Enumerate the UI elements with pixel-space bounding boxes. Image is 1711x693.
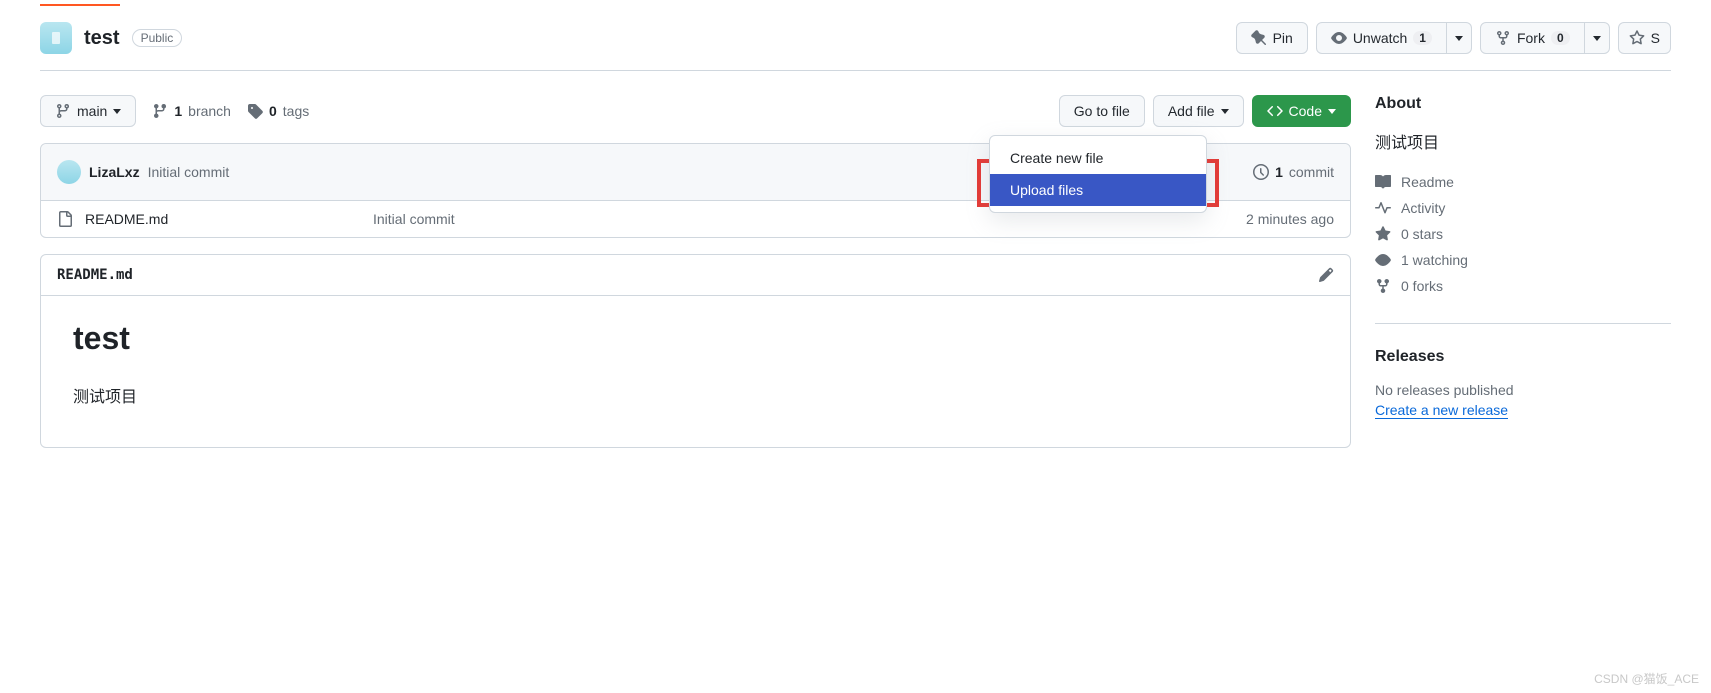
pulse-icon [1375, 200, 1391, 216]
no-releases-text: No releases published [1375, 382, 1671, 398]
activity-link-label: Activity [1401, 200, 1445, 216]
star-button[interactable]: S [1618, 22, 1671, 54]
chevron-down-icon [1328, 109, 1336, 114]
tag-icon [247, 103, 263, 119]
code-icon [1267, 103, 1283, 119]
star-icon [1629, 30, 1645, 46]
fork-icon [1495, 30, 1511, 46]
watch-count: 1 [1413, 31, 1432, 45]
tag-count: 0 [269, 103, 277, 119]
stars-link-label: 0 stars [1401, 226, 1443, 242]
eye-icon [1375, 252, 1391, 268]
star-label: S [1651, 30, 1660, 46]
branch-icon [55, 103, 71, 119]
visibility-badge: Public [132, 29, 183, 47]
code-label: Code [1289, 103, 1322, 119]
chevron-down-icon [1221, 109, 1229, 114]
add-file-button[interactable]: Add file [1153, 95, 1244, 127]
forks-link[interactable]: 0 forks [1375, 273, 1671, 299]
chevron-down-icon [1455, 36, 1463, 41]
watching-link-label: 1 watching [1401, 252, 1468, 268]
readme-link[interactable]: Readme [1375, 169, 1671, 195]
branch-select-button[interactable]: main [40, 95, 136, 127]
code-button[interactable]: Code [1252, 95, 1351, 127]
commit-message[interactable]: Initial commit [148, 164, 230, 180]
activity-link[interactable]: Activity [1375, 195, 1671, 221]
unwatch-button[interactable]: Unwatch 1 [1316, 22, 1447, 54]
branch-icon [152, 103, 168, 119]
fork-label: Fork [1517, 30, 1545, 46]
commit-author[interactable]: LizaLxz [89, 164, 140, 180]
go-to-file-label: Go to file [1074, 103, 1130, 119]
watermark: CSDN @猫饭_ACE [1594, 670, 1699, 687]
create-release-link[interactable]: Create a new release [1375, 402, 1508, 419]
watching-link[interactable]: 1 watching [1375, 247, 1671, 273]
tags-link[interactable]: 0 tags [247, 103, 309, 119]
pin-button[interactable]: Pin [1236, 22, 1308, 54]
chevron-down-icon [113, 109, 121, 114]
file-icon [57, 211, 73, 227]
history-icon [1253, 164, 1269, 180]
readme-link-label: Readme [1401, 174, 1454, 190]
author-avatar[interactable] [57, 160, 81, 184]
fork-count: 0 [1551, 31, 1570, 45]
pin-label: Pin [1273, 30, 1293, 46]
tag-label: tags [283, 103, 309, 119]
file-name: README.md [85, 211, 168, 227]
commits-link[interactable]: 1 commit [1253, 164, 1334, 180]
repo-name: test [84, 27, 120, 50]
add-file-dropdown: Create new file Upload files [989, 135, 1207, 213]
fork-caret-button[interactable] [1585, 22, 1610, 54]
fork-button[interactable]: Fork 0 [1480, 22, 1585, 54]
eye-icon [1331, 30, 1347, 46]
go-to-file-button[interactable]: Go to file [1059, 95, 1145, 127]
add-file-label: Add file [1168, 103, 1215, 119]
about-description: 测试项目 [1375, 129, 1671, 153]
commits-count: 1 [1275, 164, 1283, 180]
create-new-file-item[interactable]: Create new file [990, 142, 1206, 174]
branch-count: 1 [174, 103, 182, 119]
star-icon [1375, 226, 1391, 242]
commits-label: commit [1289, 164, 1334, 180]
branches-link[interactable]: 1 branch [152, 103, 231, 119]
file-commit-message: Initial commit [373, 211, 1230, 227]
repo-avatar [40, 22, 72, 54]
pencil-icon[interactable] [1318, 267, 1334, 283]
branch-name: main [77, 103, 107, 119]
forks-link-label: 0 forks [1401, 278, 1443, 294]
stars-link[interactable]: 0 stars [1375, 221, 1671, 247]
readme-heading: test [73, 320, 1318, 367]
pin-icon [1251, 30, 1267, 46]
book-icon [1375, 174, 1391, 190]
file-time: 2 minutes ago [1246, 211, 1334, 227]
about-title: About [1375, 95, 1671, 113]
releases-title: Releases [1375, 348, 1671, 366]
chevron-down-icon [1593, 36, 1601, 41]
watch-caret-button[interactable] [1447, 22, 1472, 54]
upload-files-item[interactable]: Upload files [990, 174, 1206, 206]
fork-icon [1375, 278, 1391, 294]
branch-label: branch [188, 103, 231, 119]
unwatch-label: Unwatch [1353, 30, 1407, 46]
readme-filename[interactable]: README.md [57, 267, 133, 283]
readme-panel: README.md test 测试项目 [40, 254, 1351, 448]
readme-body-text: 测试项目 [73, 383, 1318, 407]
